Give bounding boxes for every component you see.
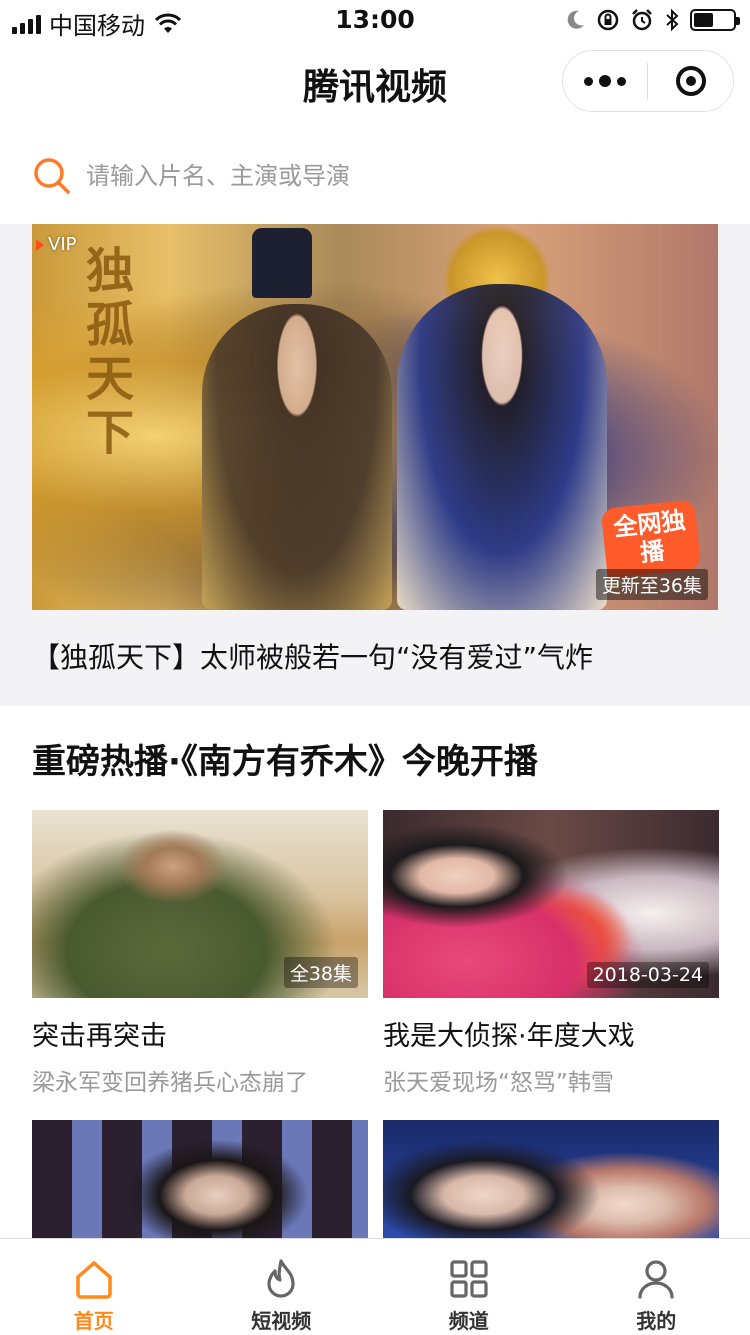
target-icon	[676, 66, 706, 96]
date-badge: 2018-03-24	[587, 962, 709, 988]
user-icon	[634, 1257, 678, 1301]
update-badge: 更新至36集	[596, 569, 708, 600]
episode-badge: 全38集	[284, 957, 358, 988]
tab-channels[interactable]: 频道	[375, 1239, 563, 1335]
more-dots-icon	[584, 77, 593, 86]
banner-caption[interactable]: 【独孤天下】太师被般若一句“没有爱过”气炸	[32, 636, 722, 676]
alarm-icon	[630, 8, 654, 32]
vip-badge: VIP	[36, 234, 76, 255]
nav-bar: 腾讯视频	[0, 40, 750, 128]
grid-icon	[447, 1257, 491, 1301]
tab-short-video[interactable]: 短视频	[188, 1239, 376, 1335]
video-title[interactable]: 突击再突击	[32, 1014, 368, 1053]
rotation-lock-icon	[596, 8, 620, 32]
search-input[interactable]	[84, 161, 688, 191]
flame-icon	[259, 1257, 303, 1301]
bluetooth-icon	[664, 8, 680, 32]
artwork-calligraphy-title: 独孤天下	[86, 244, 166, 460]
tab-label: 短视频	[251, 1305, 311, 1334]
video-thumbnail[interactable]: 2018-03-24	[383, 810, 719, 998]
video-card[interactable]: 全38集 突击再突击 梁永军变回养猪兵心态崩了	[32, 810, 368, 1097]
tab-me[interactable]: 我的	[563, 1239, 750, 1335]
video-desc: 梁永军变回养猪兵心态崩了	[32, 1063, 368, 1097]
status-right	[566, 8, 736, 32]
banner-section: VIP 独孤天下 全网独播 更新至36集 【独孤天下】太师被般若一句“没有爱过”…	[0, 224, 750, 706]
search-icon	[32, 156, 72, 196]
home-icon	[72, 1257, 116, 1301]
tab-bar: 首页 短视频 频道 我的	[0, 1238, 750, 1335]
section-title: 重磅热播·《南方有乔木》今晚开播	[32, 734, 538, 783]
video-title[interactable]: 我是大侦探·年度大戏	[383, 1014, 719, 1053]
video-card[interactable]: 2018-03-24 我是大侦探·年度大戏 张天爱现场“怒骂”韩雪	[383, 810, 719, 1097]
more-menu-button[interactable]	[563, 51, 647, 111]
tab-label: 我的	[636, 1305, 676, 1334]
status-bar: 中国移动 13:00	[0, 0, 750, 40]
video-desc: 张天爱现场“怒骂”韩雪	[383, 1063, 719, 1097]
search-bar[interactable]	[32, 152, 718, 200]
tab-label: 首页	[74, 1305, 114, 1334]
banner-artwork	[252, 228, 312, 298]
tab-label: 频道	[449, 1305, 489, 1334]
moon-icon	[566, 9, 586, 31]
miniprogram-capsule	[562, 50, 734, 112]
exclusive-badge: 全网独播	[601, 499, 702, 578]
vip-triangle-icon	[36, 239, 44, 251]
battery-icon	[690, 9, 736, 31]
banner-image[interactable]: VIP 独孤天下 全网独播 更新至36集	[32, 224, 718, 610]
tab-home[interactable]: 首页	[0, 1239, 188, 1335]
video-thumbnail[interactable]: 全38集	[32, 810, 368, 998]
close-miniprogram-button[interactable]	[648, 51, 733, 111]
